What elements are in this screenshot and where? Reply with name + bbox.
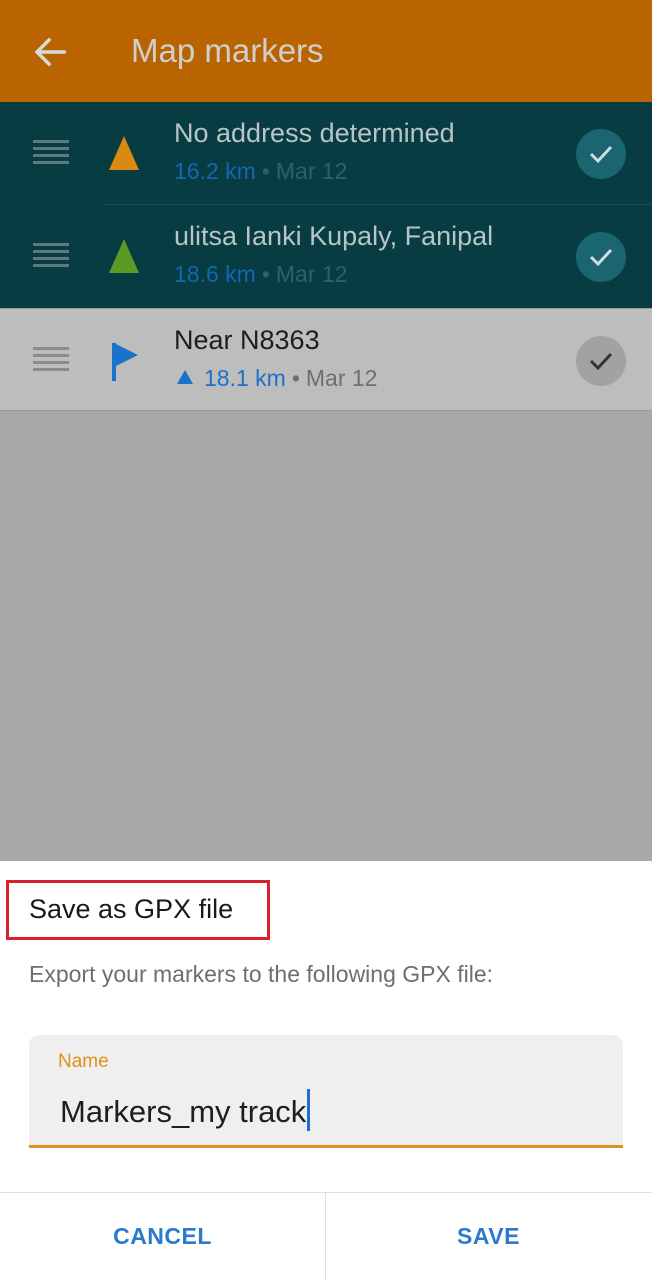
meta-separator: • xyxy=(261,158,270,184)
marker-distance: 18.6 km xyxy=(174,261,256,287)
save-button[interactable]: SAVE xyxy=(326,1193,651,1280)
save-gpx-dialog: Save as GPX file Export your markers to … xyxy=(0,861,652,1280)
navigation-arrow-icon xyxy=(109,136,139,170)
drag-handle-icon[interactable] xyxy=(33,345,69,375)
mark-passed-button[interactable] xyxy=(576,129,626,179)
checkmark-icon xyxy=(589,145,613,164)
direction-arrow-icon xyxy=(177,370,193,384)
marker-date: Mar 12 xyxy=(305,365,378,391)
field-label: Name xyxy=(58,1051,109,1072)
marker-title: Near N8363 xyxy=(174,325,320,355)
marker-meta: 18.6 km • Mar 12 xyxy=(174,261,347,288)
marker-distance: 16.2 km xyxy=(174,158,256,184)
app-bar: Map markers xyxy=(0,0,652,102)
file-name-value: Markers_my track xyxy=(60,1094,307,1129)
flag-icon xyxy=(112,343,138,381)
checkmark-icon xyxy=(589,352,613,371)
text-caret xyxy=(307,1089,311,1131)
navigation-arrow-icon xyxy=(109,239,139,273)
marker-title: ulitsa Ianki Kupaly, Fanipal xyxy=(174,221,494,251)
drag-handle-icon[interactable] xyxy=(33,138,69,168)
file-name-field[interactable]: Name Markers_my track xyxy=(29,1035,623,1148)
marker-list: No address determined 16.2 km • Mar 12 uli… xyxy=(0,102,652,411)
marker-distance: 18.1 km xyxy=(204,365,286,391)
marker-item[interactable]: Near N8363 18.1 km • Mar 12 xyxy=(0,308,652,411)
marker-date: Mar 12 xyxy=(275,158,348,184)
marker-title: No address determined xyxy=(174,118,455,148)
marker-item[interactable]: No address determined 16.2 km • Mar 12 xyxy=(0,102,652,205)
dialog-title: Save as GPX file xyxy=(29,894,234,924)
arrow-back-icon[interactable] xyxy=(30,32,70,72)
checkmark-icon xyxy=(589,248,613,267)
mark-passed-button[interactable] xyxy=(576,336,626,386)
marker-meta: 16.2 km • Mar 12 xyxy=(174,158,347,185)
drag-handle-icon[interactable] xyxy=(33,241,69,271)
dialog-description: Export your markers to the following GPX… xyxy=(29,961,494,987)
marker-item[interactable]: ulitsa Ianki Kupaly, Fanipal 18.6 km • Mar… xyxy=(0,205,652,308)
meta-separator: • xyxy=(261,261,270,287)
mark-passed-button[interactable] xyxy=(576,232,626,282)
page-title: Map markers xyxy=(131,32,324,69)
marker-meta: 18.1 km • Mar 12 xyxy=(174,365,377,392)
cancel-button[interactable]: CANCEL xyxy=(0,1193,325,1280)
marker-date: Mar 12 xyxy=(275,261,348,287)
meta-separator: • xyxy=(291,365,300,391)
file-name-input[interactable]: Markers_my track xyxy=(60,1089,311,1131)
